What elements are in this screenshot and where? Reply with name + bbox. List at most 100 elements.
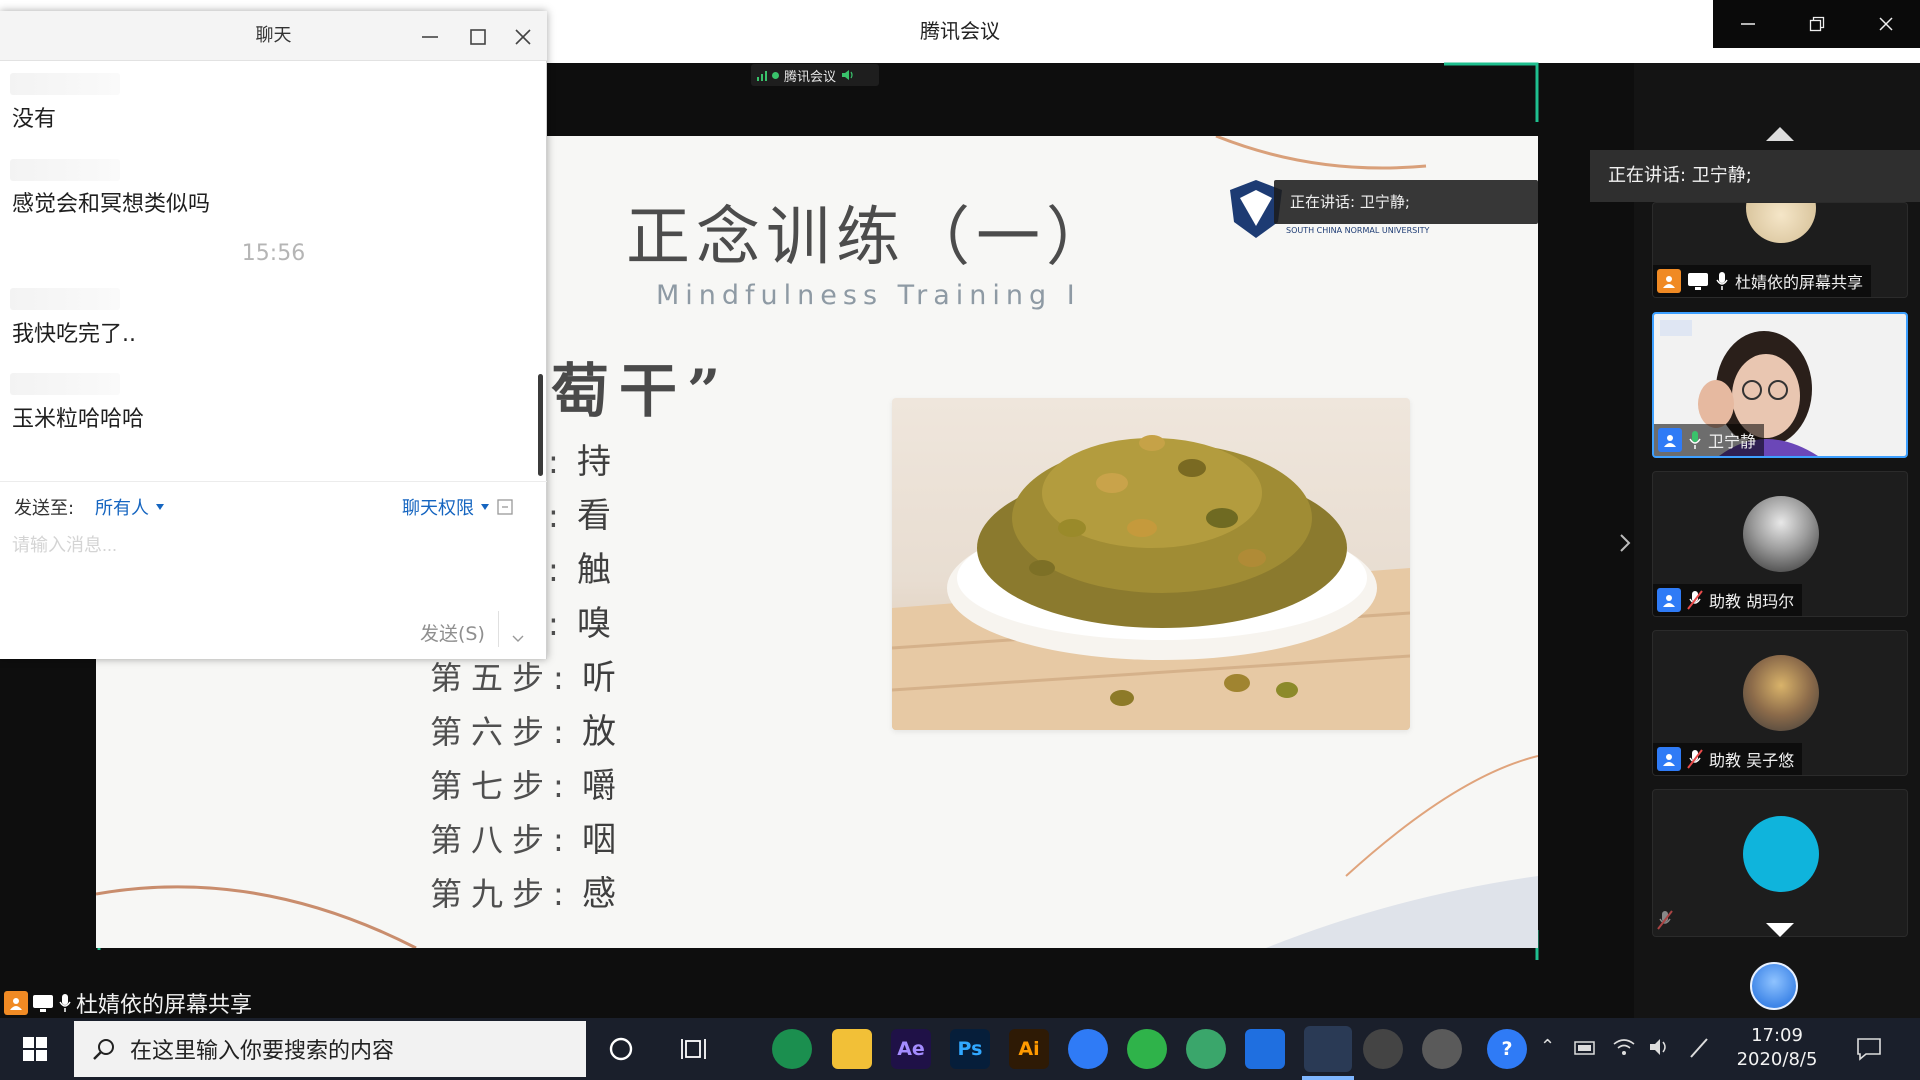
tile-name-bar: 助教 胡玛尔 — [1653, 584, 1803, 616]
step-9: 第九步: 感 — [430, 874, 616, 914]
app-icon-cloud[interactable] — [1245, 1029, 1285, 1069]
sender-name-blurred — [10, 159, 120, 181]
chat-message-input[interactable] — [12, 525, 532, 565]
tile-name-bar: 卫宁静 — [1654, 424, 1765, 456]
minimize-button[interactable] — [1713, 0, 1782, 48]
battery-icon[interactable] — [1574, 1040, 1598, 1056]
windows-logo-icon — [23, 1037, 47, 1061]
avatar — [1743, 816, 1819, 892]
step-verb: 听 — [581, 658, 616, 698]
wifi-icon[interactable] — [1612, 1036, 1636, 1058]
chat-message: 感觉会和冥想类似吗 — [12, 192, 211, 217]
step-number: 第六步 — [430, 713, 554, 751]
screen-share-icon — [33, 995, 53, 1012]
step-verb: 嚼 — [581, 766, 616, 806]
app-icon-snipping[interactable] — [1422, 1029, 1462, 1069]
meeting-status-label: 腾讯会议 — [784, 69, 837, 85]
speaking-indicator: 正在讲话: 卫宁静; — [1590, 150, 1920, 202]
step-8: 第八步: 咽 — [430, 820, 616, 860]
search-icon — [93, 1039, 114, 1060]
file-explorer-icon[interactable] — [832, 1029, 872, 1069]
chat-window: 聊天 没有 感觉会和冥想类似吗 15:56 我快吃完了.. 玉米粒哈哈哈 发送至… — [0, 11, 547, 659]
user-badge-icon — [1657, 588, 1681, 612]
divider — [498, 611, 499, 647]
step-6: 第六步: 放 — [430, 712, 616, 752]
avatar — [1743, 655, 1819, 731]
sender-name-blurred — [10, 73, 120, 95]
chat-minimize-icon[interactable] — [421, 28, 439, 46]
expand-panel-arrow-icon[interactable] — [1618, 532, 1632, 554]
search-placeholder: 在这里输入你要搜索的内容 — [130, 1039, 395, 1064]
app-icon-browser[interactable] — [772, 1029, 812, 1069]
app-icon-qq[interactable] — [1068, 1029, 1108, 1069]
step-verb: 咽 — [581, 820, 616, 860]
restore-button[interactable] — [1782, 0, 1851, 48]
raisin-photo — [892, 398, 1410, 730]
start-button[interactable] — [0, 1018, 70, 1080]
meeting-status-pill[interactable]: 腾讯会议 — [751, 64, 879, 86]
participant-tile[interactable]: 助教 吴子悠 — [1652, 630, 1908, 776]
recipient-dropdown[interactable]: 所有人 — [95, 494, 165, 520]
step-number: 第七步 — [430, 767, 554, 805]
export-chat-icon[interactable] — [496, 498, 514, 516]
chat-scrollbar[interactable] — [538, 374, 543, 476]
participant-tile-speaker[interactable]: 卫宁静 — [1652, 312, 1908, 458]
chevron-down-icon — [481, 504, 489, 510]
close-icon — [1878, 17, 1893, 31]
notification-center-icon[interactable] — [1856, 1036, 1882, 1062]
illustrator-icon[interactable]: Ai — [1009, 1029, 1049, 1069]
tile-name-bar: 助教 吴子悠 — [1653, 743, 1803, 775]
user-badge-icon — [1657, 269, 1681, 293]
slide-title: 正念训练（一） — [626, 201, 1116, 275]
participant-tile[interactable] — [1652, 789, 1908, 937]
screen-share-status: 杜婧依的屏幕共享 — [0, 988, 300, 1018]
user-badge-icon — [1657, 747, 1681, 771]
tray-expand-icon[interactable]: ⌃ — [1540, 1036, 1555, 1057]
chat-message-list: 没有 感觉会和冥想类似吗 15:56 我快吃完了.. 玉米粒哈哈哈 — [0, 61, 547, 481]
scroll-up-icon[interactable] — [1765, 126, 1795, 142]
slide-subtitle: Mindfulness Training I — [656, 280, 1081, 311]
app-icon-sync[interactable] — [1127, 1029, 1167, 1069]
participant-name: 助教 胡玛尔 — [1709, 592, 1795, 611]
pen-icon[interactable] — [1688, 1036, 1710, 1060]
microphone-icon — [1716, 272, 1728, 290]
photoshop-icon[interactable]: Ps — [950, 1029, 990, 1069]
after-effects-icon[interactable]: Ae — [891, 1029, 931, 1069]
permission-label: 聊天权限 — [402, 498, 474, 519]
restore-icon — [1809, 16, 1824, 32]
chat-title-bar: 聊天 — [0, 11, 547, 61]
app-icon-chrome[interactable] — [1363, 1029, 1403, 1069]
close-button[interactable] — [1851, 0, 1920, 48]
sender-name-blurred — [10, 288, 120, 310]
signal-icon — [757, 70, 767, 81]
windows-taskbar: 在这里输入你要搜索的内容 Ae Ps Ai ? ⌃ 17:09 2020/8/5 — [0, 1018, 1920, 1080]
volume-icon[interactable] — [1648, 1036, 1672, 1058]
clock-time: 17:09 — [1751, 1025, 1803, 1046]
participant-tile[interactable]: 助教 胡玛尔 — [1652, 471, 1908, 617]
user-badge-icon — [4, 991, 28, 1015]
app-icon-flower[interactable] — [1186, 1029, 1226, 1069]
tencent-meeting-taskbar-icon[interactable] — [1304, 1026, 1352, 1072]
cortana-icon[interactable] — [608, 1036, 634, 1062]
sender-name-blurred — [10, 373, 120, 395]
microphone-muted-icon — [1687, 590, 1703, 610]
taskbar-search-box[interactable]: 在这里输入你要搜索的内容 — [74, 1021, 586, 1077]
send-options-chevron-icon[interactable] — [512, 635, 524, 643]
floating-assistant-button[interactable] — [1750, 962, 1798, 1010]
system-clock[interactable]: 17:09 2020/8/5 — [1732, 1024, 1822, 1072]
task-view-icon[interactable] — [680, 1036, 708, 1062]
step-number: 第八步 — [430, 821, 554, 859]
chat-permission-dropdown[interactable]: 聊天权限 — [402, 494, 514, 520]
help-icon[interactable]: ? — [1487, 1029, 1527, 1069]
recipient-value: 所有人 — [95, 498, 149, 519]
speaker-icon — [842, 70, 853, 80]
chat-maximize-icon[interactable] — [469, 28, 487, 46]
meeting-window: 腾讯会议 腾讯会议 正念训练（一） Mindfulness Training I… — [0, 0, 1920, 1018]
microphone-muted-icon — [1657, 910, 1673, 930]
scroll-down-icon[interactable] — [1765, 922, 1795, 938]
screen-share-label: 杜婧依的屏幕共享 — [76, 993, 253, 1018]
chat-close-icon[interactable] — [514, 28, 532, 46]
participant-tile-screenshare[interactable]: 杜婧依的屏幕共享 — [1652, 202, 1908, 298]
microphone-icon — [59, 994, 71, 1012]
send-button[interactable]: 发送(S) — [420, 619, 485, 646]
